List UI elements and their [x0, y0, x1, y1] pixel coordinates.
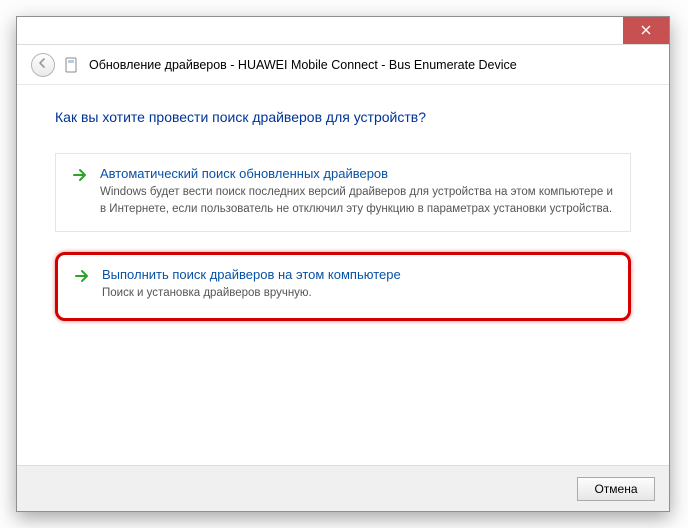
close-button[interactable] [623, 17, 669, 44]
option-body: Выполнить поиск драйверов на этом компью… [102, 267, 401, 302]
option-title: Автоматический поиск обновленных драйвер… [100, 166, 614, 181]
option-auto-search[interactable]: Автоматический поиск обновленных драйвер… [55, 153, 631, 232]
window-title: Обновление драйверов - HUAWEI Mobile Con… [89, 58, 517, 72]
page-heading: Как вы хотите провести поиск драйверов д… [55, 109, 631, 125]
titlebar [17, 17, 669, 45]
dialog-window: Обновление драйверов - HUAWEI Mobile Con… [16, 16, 670, 512]
arrow-right-icon [74, 268, 90, 284]
arrow-right-icon [72, 167, 88, 183]
option-desc: Windows будет вести поиск последних верс… [100, 184, 614, 217]
footer: Отмена [17, 465, 669, 511]
back-button[interactable] [31, 53, 55, 77]
option-title: Выполнить поиск драйверов на этом компью… [102, 267, 401, 282]
header: Обновление драйверов - HUAWEI Mobile Con… [17, 45, 669, 85]
content-area: Как вы хотите провести поиск драйверов д… [17, 85, 669, 321]
option-body: Автоматический поиск обновленных драйвер… [100, 166, 614, 217]
option-desc: Поиск и установка драйверов вручную. [102, 285, 401, 302]
close-icon [641, 24, 651, 38]
option-browse-computer[interactable]: Выполнить поиск драйверов на этом компью… [55, 252, 631, 321]
cancel-button[interactable]: Отмена [577, 477, 655, 501]
back-arrow-icon [37, 57, 49, 72]
device-icon [65, 57, 79, 73]
